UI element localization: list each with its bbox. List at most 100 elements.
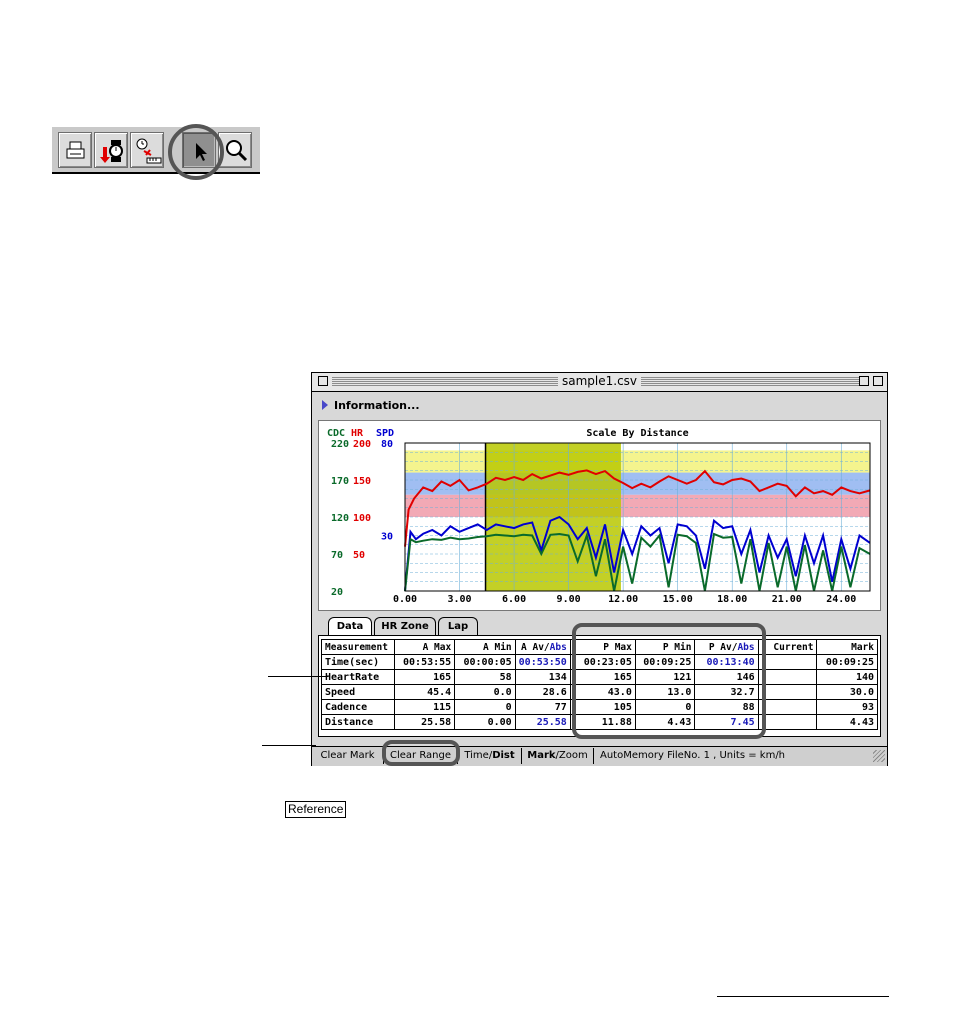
table-cell: 4.43 (634, 714, 696, 730)
row-label: HeartRate (321, 669, 395, 685)
clear-mark-button[interactable]: Clear Mark (312, 748, 384, 764)
table-cell (757, 669, 818, 685)
column-header: P Min (634, 639, 696, 655)
table-row: Speed 45.4 0.0 28.6 43.0 13.0 32.7 30.0 (321, 684, 878, 700)
table-row: HeartRate 165 58 134 165 121 146 140 (321, 669, 878, 685)
hr-tick-label: 50 (353, 550, 365, 561)
arrow-pointer-icon (196, 143, 207, 161)
table-cell: 28.6 (514, 684, 571, 700)
column-header: Current (757, 639, 818, 655)
reference-label: Reference (285, 801, 347, 818)
chart-title: Scale By Distance (586, 427, 688, 439)
spd-axis-header: SPD (376, 428, 394, 439)
table-cell (757, 714, 818, 730)
table-cell: 140 (816, 669, 878, 685)
table-cell: 43.0 (569, 684, 636, 700)
information-disclosure[interactable]: Information... (314, 393, 885, 419)
tab-data[interactable]: Data (328, 617, 372, 636)
x-tick-label: 3.00 (447, 594, 471, 605)
hr-tick-label: 200 (353, 439, 371, 450)
table-cell: 165 (393, 669, 456, 685)
clear-range-button[interactable]: Clear Range (384, 748, 458, 764)
cdc-tick-label: 220 (331, 439, 349, 450)
printer-icon (66, 141, 85, 159)
hr-zone-band (405, 494, 870, 517)
table-cell: 00:23:05 (569, 654, 636, 670)
table-cell (757, 684, 818, 700)
title-bar[interactable]: sample1.csv (312, 373, 887, 392)
column-header-text: P Av/Abs (708, 641, 755, 653)
table-cell: 00:00:05 (454, 654, 516, 670)
table-cell: 25.58 (393, 714, 456, 730)
statusbar-leader-line (262, 745, 316, 746)
tab-lap[interactable]: Lap (438, 617, 478, 635)
table-cell: 25.58 (514, 714, 571, 730)
x-tick-label: 6.00 (502, 594, 526, 605)
status-bar: Clear Mark Clear Range Time/Dist Mark/Zo… (312, 746, 887, 766)
x-tick-label: 9.00 (557, 594, 581, 605)
row-label: Distance (321, 714, 395, 730)
data-table: Measurement A Max A Min A Av/Abs P Max P Min P… (321, 639, 878, 730)
tab-hr-zone[interactable]: HR Zone (374, 617, 436, 635)
download-button[interactable] (94, 132, 128, 168)
table-cell: 134 (514, 669, 571, 685)
table-cell: 00:09:25 (816, 654, 878, 670)
table-cell: 4.43 (816, 714, 878, 730)
mark-zoom-toggle[interactable]: Mark/Zoom (522, 748, 594, 764)
x-tick-label: 12.00 (608, 594, 638, 605)
column-header: Mark (816, 639, 878, 655)
tab-bar: Data HR Zone Lap (318, 617, 881, 636)
column-header: P Max (569, 639, 636, 655)
table-cell: 30.0 (816, 684, 878, 700)
x-tick-label: 15.00 (663, 594, 693, 605)
table-header-row: Measurement A Max A Min A Av/Abs P Max P Min P… (321, 639, 878, 655)
table-cell: 115 (393, 699, 456, 715)
clock-ruler-icon (136, 138, 162, 164)
table-row: Distance 25.58 0.00 25.58 11.88 4.43 7.45 4.43 (321, 714, 878, 730)
column-header: A Max (393, 639, 456, 655)
resize-grip[interactable] (873, 750, 885, 762)
table-cell: 77 (514, 699, 571, 715)
abs-label: Abs (737, 641, 755, 653)
zoom-button[interactable] (218, 132, 252, 168)
magnifier-icon (226, 140, 248, 162)
zoom-box[interactable] (873, 376, 883, 386)
time-distance-button[interactable] (130, 132, 164, 168)
heartrate-leader-line (268, 676, 328, 677)
x-tick-label: 18.00 (717, 594, 747, 605)
table-cell: 00:09:25 (634, 654, 696, 670)
hr-tick-label: 150 (353, 476, 371, 487)
table-cell: 7.45 (694, 714, 759, 730)
mark-zoom-suffix: /Zoom (555, 750, 588, 761)
row-label: Cadence (321, 699, 395, 715)
toolbar (52, 126, 260, 174)
pointer-button[interactable] (182, 132, 216, 168)
x-tick-label: 21.00 (772, 594, 802, 605)
table-row: Cadence 115 0 77 105 0 88 93 (321, 699, 878, 715)
table-cell: 45.4 (393, 684, 456, 700)
table-cell: 11.88 (569, 714, 636, 730)
print-button[interactable] (58, 132, 92, 168)
table-cell: 105 (569, 699, 636, 715)
activity-chart[interactable]: Scale By Distance CDC HR SPD 220 170 120 70 20 20… (319, 421, 880, 610)
mark-zoom-active: Mark (527, 750, 556, 761)
table-cell: 32.7 (694, 684, 759, 700)
table-cell: 121 (634, 669, 696, 685)
cdc-tick-label: 120 (331, 513, 349, 524)
series-cdc (404, 531, 871, 592)
table-cell: 00:13:40 (694, 654, 759, 670)
data-table-panel: Measurement A Max A Min A Av/Abs P Max P Min P… (318, 635, 881, 737)
information-label: Information... (334, 399, 420, 412)
table-cell: 00:53:50 (514, 654, 571, 670)
column-header: P Av/Abs (694, 639, 759, 655)
table-cell (757, 699, 818, 715)
collapse-box[interactable] (859, 376, 869, 386)
table-cell: 88 (694, 699, 759, 715)
table-cell: 93 (816, 699, 878, 715)
abs-label: Abs (549, 641, 567, 653)
cdc-tick-label: 70 (331, 550, 343, 561)
chart-panel[interactable]: Scale By Distance CDC HR SPD 220 170 120 70 20 20… (318, 420, 881, 611)
time-dist-toggle[interactable]: Time/Dist (458, 748, 522, 764)
disclosure-triangle-icon[interactable] (322, 400, 328, 410)
row-label: Speed (321, 684, 395, 700)
